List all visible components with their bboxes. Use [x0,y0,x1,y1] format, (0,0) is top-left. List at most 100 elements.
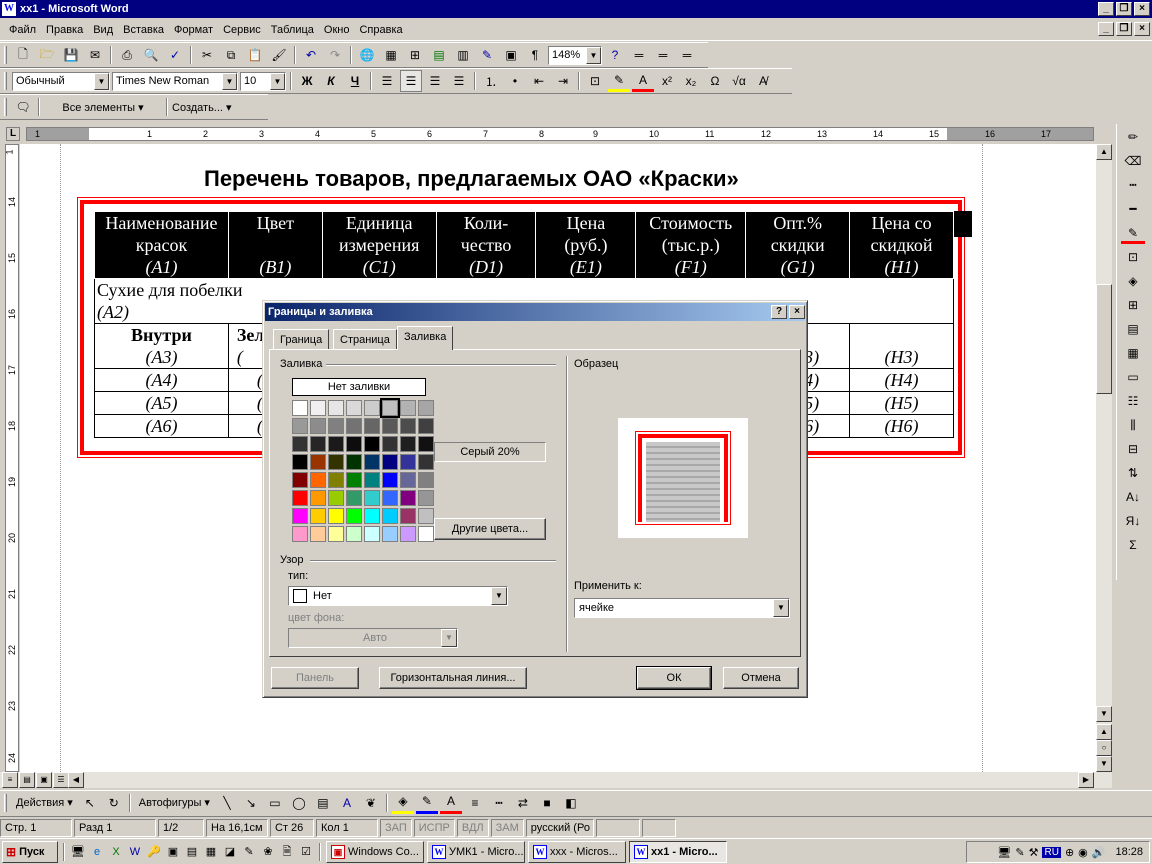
insert-excel-icon[interactable]: ▤ [428,44,450,66]
color-swatch[interactable] [382,490,398,506]
task-xxx[interactable]: Wxxx - Micros... [528,840,626,863]
scroll-thumb[interactable] [1096,284,1112,394]
text-box-icon[interactable]: ▤ [312,792,334,814]
header-cell[interactable]: Стоимость (тыс.р.) (F1) [635,211,747,279]
autoformat-icon[interactable]: ⊟ [1121,438,1145,460]
color-swatch[interactable] [328,400,344,416]
clipart-icon[interactable]: ❦ [360,792,382,814]
color-swatch[interactable] [310,490,326,506]
menu-help[interactable]: Справка [354,24,407,36]
oval-icon[interactable]: ◯ [288,792,310,814]
cancel-button[interactable]: Отмена [723,667,799,689]
sort-descending-icon[interactable]: Я↓ [1121,510,1145,532]
color-swatch[interactable] [400,436,416,452]
word-app-icon[interactable]: W [2,2,16,16]
scroll-left-icon[interactable]: ◀ [68,772,84,788]
superscript-icon[interactable]: x² [656,70,678,92]
color-swatch[interactable] [292,418,308,434]
redo-icon[interactable]: ↷ [324,44,346,66]
color-swatch[interactable] [364,400,380,416]
color-swatch[interactable] [418,526,434,542]
scroll-up-icon[interactable]: ▲ [1096,144,1112,160]
paste-icon[interactable]: 📋 [244,44,266,66]
start-button[interactable]: ⊞ Пуск [2,840,58,863]
outside-border-icon[interactable]: ⊡ [584,70,606,92]
dialog-help-button[interactable]: ? [771,305,787,319]
bullets-icon[interactable]: • [504,70,526,92]
color-swatch[interactable] [328,526,344,542]
underline-icon[interactable]: Ч [344,70,366,92]
color-swatch[interactable] [364,454,380,470]
color-swatch[interactable] [310,418,326,434]
menu-window[interactable]: Окно [319,24,355,36]
color-swatch[interactable] [328,454,344,470]
color-swatch[interactable] [364,472,380,488]
header-cell[interactable]: Опт.% скидки (G1) [745,211,851,279]
color-swatch[interactable] [328,436,344,452]
color-swatch[interactable] [400,526,416,542]
color-swatch[interactable] [364,490,380,506]
undo-icon[interactable]: ↶ [300,44,322,66]
horizontal-ruler[interactable]: L 1 1 2 3 4 5 6 7 8 9 10 11 12 13 14 15 … [0,124,1112,144]
color-swatch[interactable] [382,418,398,434]
align-center-icon[interactable]: ☰ [400,70,422,92]
color-swatch[interactable] [418,418,434,434]
tab-page-border[interactable]: Страница [333,329,397,349]
horizontal-scrollbar[interactable]: ≡ ▤ ▣ ☰ ◀ ▶ [0,772,1112,788]
print-icon[interactable]: ⎙ [116,44,138,66]
menu-format[interactable]: Формат [169,24,218,36]
color-swatch[interactable] [328,472,344,488]
quicklaunch-app-icon[interactable]: ✎ [241,844,257,860]
highlight-icon[interactable]: ✎ [608,70,630,92]
dialog-close-button[interactable]: × [789,305,805,319]
document-title[interactable]: Перечень товаров, предлагаемых ОАО «Крас… [204,166,739,192]
color-swatch[interactable] [418,472,434,488]
split-cells-icon[interactable]: ▦ [1121,342,1145,364]
menu-table[interactable]: Таблица [266,24,319,36]
prev-page-icon[interactable]: ▲ [1096,724,1112,740]
sort-ascending-icon[interactable]: A↓ [1121,486,1145,508]
open-folder-icon[interactable]: 🗁 [36,44,58,66]
status-overtype[interactable]: ЗАМ [490,818,524,837]
borders-shading-dialog[interactable]: Границы и заливка ? × Граница Страница З… [262,300,808,698]
table-cell[interactable]: (A6) [94,414,229,438]
help-icon[interactable]: ? [604,44,626,66]
draw-table-icon[interactable]: ✏ [1121,126,1145,148]
merge-cells-icon[interactable]: ▤ [1121,318,1145,340]
color-swatch[interactable] [346,418,362,434]
copy-icon[interactable]: ⧉ [220,44,242,66]
distribute-rows-icon[interactable]: ☷ [1121,390,1145,412]
font-color-icon[interactable]: A [632,70,654,92]
menu-edit[interactable]: Правка [41,24,88,36]
color-swatch[interactable] [310,436,326,452]
header-cell[interactable]: Цвет (B1) [227,211,323,279]
new-document-icon[interactable]: 🗋 [12,44,34,66]
comment-icon[interactable]: 🗨 [12,96,34,118]
color-swatch[interactable] [418,454,434,470]
quicklaunch-app-icon[interactable]: ▣ [165,844,181,860]
doc-minimize-button[interactable]: _ [1098,22,1114,36]
table-cell[interactable]: (H3) [849,323,954,369]
color-swatch[interactable] [310,508,326,524]
doc-close-button[interactable]: × [1134,22,1150,36]
wordart-icon[interactable]: A [336,792,358,814]
bg-color-select[interactable]: Авто ▼ [288,628,458,648]
justify-icon[interactable]: ☰ [448,70,470,92]
vertical-ruler[interactable]: 1 14 15 16 17 18 19 20 21 22 23 24 [0,144,20,772]
toolbar-grip[interactable] [4,98,7,116]
color-swatch[interactable] [418,436,434,452]
color-swatch[interactable] [364,508,380,524]
color-swatch[interactable] [310,400,326,416]
outline-view-icon[interactable]: ☰ [53,772,69,788]
color-swatch[interactable] [346,526,362,542]
autoshapes-menu[interactable]: Автофигуры ▾ [135,796,214,809]
scroll-right-icon[interactable]: ▶ [1078,772,1094,788]
color-swatch[interactable] [382,526,398,542]
color-swatch[interactable] [364,418,380,434]
color-swatch[interactable] [346,472,362,488]
color-swatch[interactable] [346,454,362,470]
quicklaunch-app-icon[interactable]: ☑ [298,844,314,860]
color-swatch[interactable] [292,454,308,470]
color-swatch[interactable] [400,472,416,488]
no-fill-button[interactable]: Нет заливки [292,378,426,396]
